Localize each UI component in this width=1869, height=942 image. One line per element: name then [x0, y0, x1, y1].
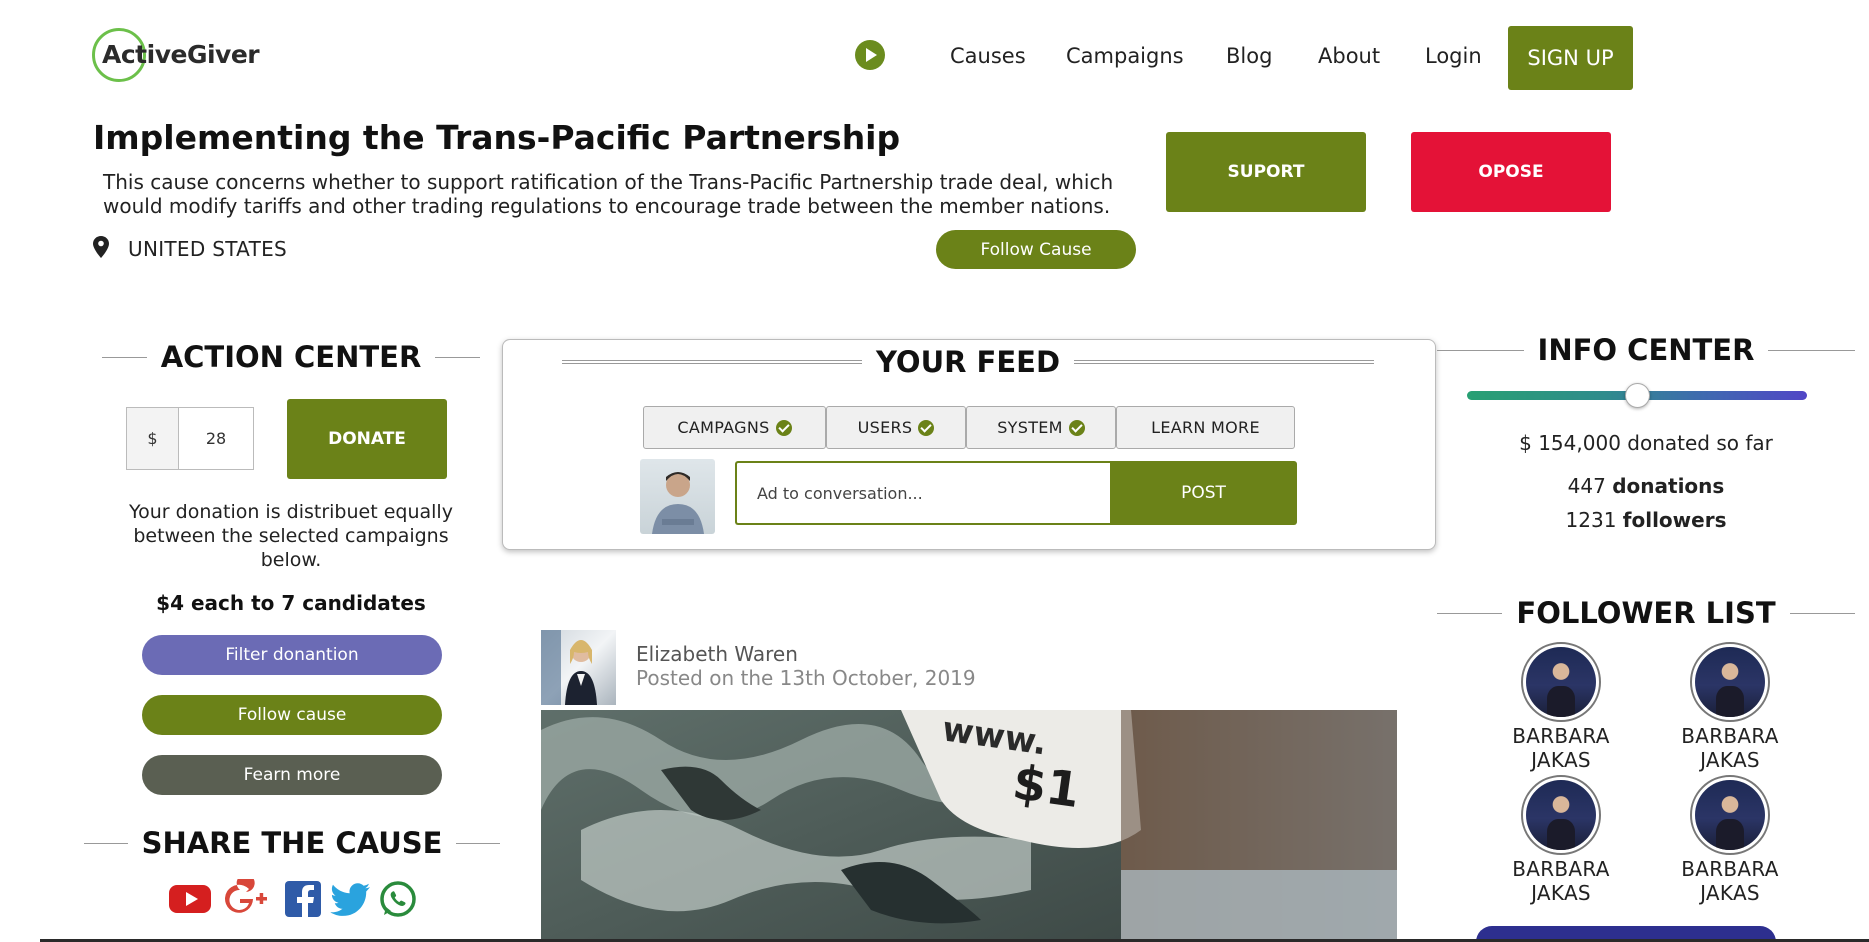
- youtube-icon[interactable]: [168, 879, 212, 919]
- cause-title: Implementing the Trans-Pacific Partnersh…: [93, 118, 901, 157]
- follower-avatar: [1690, 775, 1770, 855]
- nav-blog[interactable]: Blog: [1226, 44, 1272, 68]
- tab-users[interactable]: USERS: [826, 406, 966, 449]
- action-center-heading: ACTION CENTER: [102, 340, 481, 374]
- play-icon[interactable]: [855, 40, 885, 70]
- per-candidate-amount: $4 each to 7 candidates: [156, 591, 426, 615]
- donations-stat: 447 donations: [1567, 474, 1725, 498]
- tab-system[interactable]: SYSTEM: [966, 406, 1116, 449]
- donation-note: Your donation is distribuet equally betw…: [129, 501, 453, 571]
- donated-amount: $ 154,000 donated so far: [1519, 431, 1773, 455]
- follower-name: BARBARA JAKAS: [1512, 857, 1610, 905]
- nav-campaigns[interactable]: Campaigns: [1066, 44, 1184, 68]
- logo-text: ActiveGiver: [102, 40, 260, 69]
- follower-name: BARBARA JAKAS: [1681, 857, 1779, 905]
- post-author-name[interactable]: Elizabeth Waren: [636, 642, 798, 666]
- follower-item[interactable]: BARBARA JAKAS: [1665, 642, 1795, 772]
- support-button[interactable]: SUPORT: [1166, 132, 1366, 212]
- post-image: www. $1: [541, 710, 1397, 942]
- cause-location: UNITED STATES: [128, 237, 288, 261]
- follower-avatar: [1690, 642, 1770, 722]
- check-icon: [1068, 419, 1085, 436]
- google-plus-icon[interactable]: [224, 879, 268, 919]
- amount-input[interactable]: 28: [179, 408, 253, 469]
- filter-donation-button[interactable]: Filter donantion: [142, 635, 442, 675]
- post-author-avatar: [541, 630, 616, 705]
- donation-amount-field[interactable]: $ 28: [126, 407, 254, 470]
- check-icon: [918, 419, 935, 436]
- post-date: Posted on the 13th October, 2019: [636, 666, 976, 690]
- follower-name: BARBARA JAKAS: [1681, 724, 1779, 772]
- donate-button[interactable]: DONATE: [287, 399, 447, 479]
- follower-avatar: [1521, 775, 1601, 855]
- learn-more-pill[interactable]: Fearn more: [142, 755, 442, 795]
- twitter-icon[interactable]: [328, 879, 372, 919]
- follower-item[interactable]: BARBARA JAKAS: [1496, 775, 1626, 905]
- nav-causes[interactable]: Causes: [950, 44, 1026, 68]
- followers-stat: 1231 followers: [1565, 508, 1727, 532]
- donation-progress-knob[interactable]: [1624, 383, 1650, 408]
- follow-cause-pill[interactable]: Follow cause: [142, 695, 442, 735]
- follower-list-heading: FOLLOWER LIST: [1437, 596, 1856, 630]
- signup-button[interactable]: SIGN UP: [1508, 26, 1633, 90]
- whatsapp-icon[interactable]: [376, 879, 420, 919]
- follower-item[interactable]: BARBARA JAKAS: [1496, 642, 1626, 772]
- follower-item[interactable]: BARBARA JAKAS: [1665, 775, 1795, 905]
- share-cause-heading: SHARE THE CAUSE: [84, 826, 500, 860]
- svg-text:$1: $1: [1009, 754, 1083, 819]
- info-center-heading: INFO CENTER: [1437, 333, 1855, 367]
- nav-login[interactable]: Login: [1425, 44, 1482, 68]
- tab-learn-more[interactable]: LEARN MORE: [1116, 406, 1295, 449]
- follow-cause-button[interactable]: Follow Cause: [936, 230, 1136, 269]
- tab-campaigns[interactable]: CAMPAGNS: [643, 406, 826, 449]
- facebook-icon[interactable]: [280, 879, 324, 919]
- follower-name: BARBARA JAKAS: [1512, 724, 1610, 772]
- user-avatar: [640, 459, 715, 534]
- post-button[interactable]: POST: [1110, 461, 1297, 525]
- cause-description: This cause concerns whether to support r…: [103, 170, 1114, 218]
- currency-label: $: [127, 408, 179, 469]
- check-icon: [775, 419, 792, 436]
- nav-about[interactable]: About: [1318, 44, 1380, 68]
- follower-avatar: [1521, 642, 1601, 722]
- logo[interactable]: ActiveGiver: [92, 26, 262, 84]
- oppose-button[interactable]: OPOSE: [1411, 132, 1611, 212]
- conversation-input[interactable]: Ad to conversation...: [735, 461, 1110, 525]
- location-pin-icon: [93, 236, 109, 258]
- feed-heading: YOUR FEED: [562, 345, 1375, 379]
